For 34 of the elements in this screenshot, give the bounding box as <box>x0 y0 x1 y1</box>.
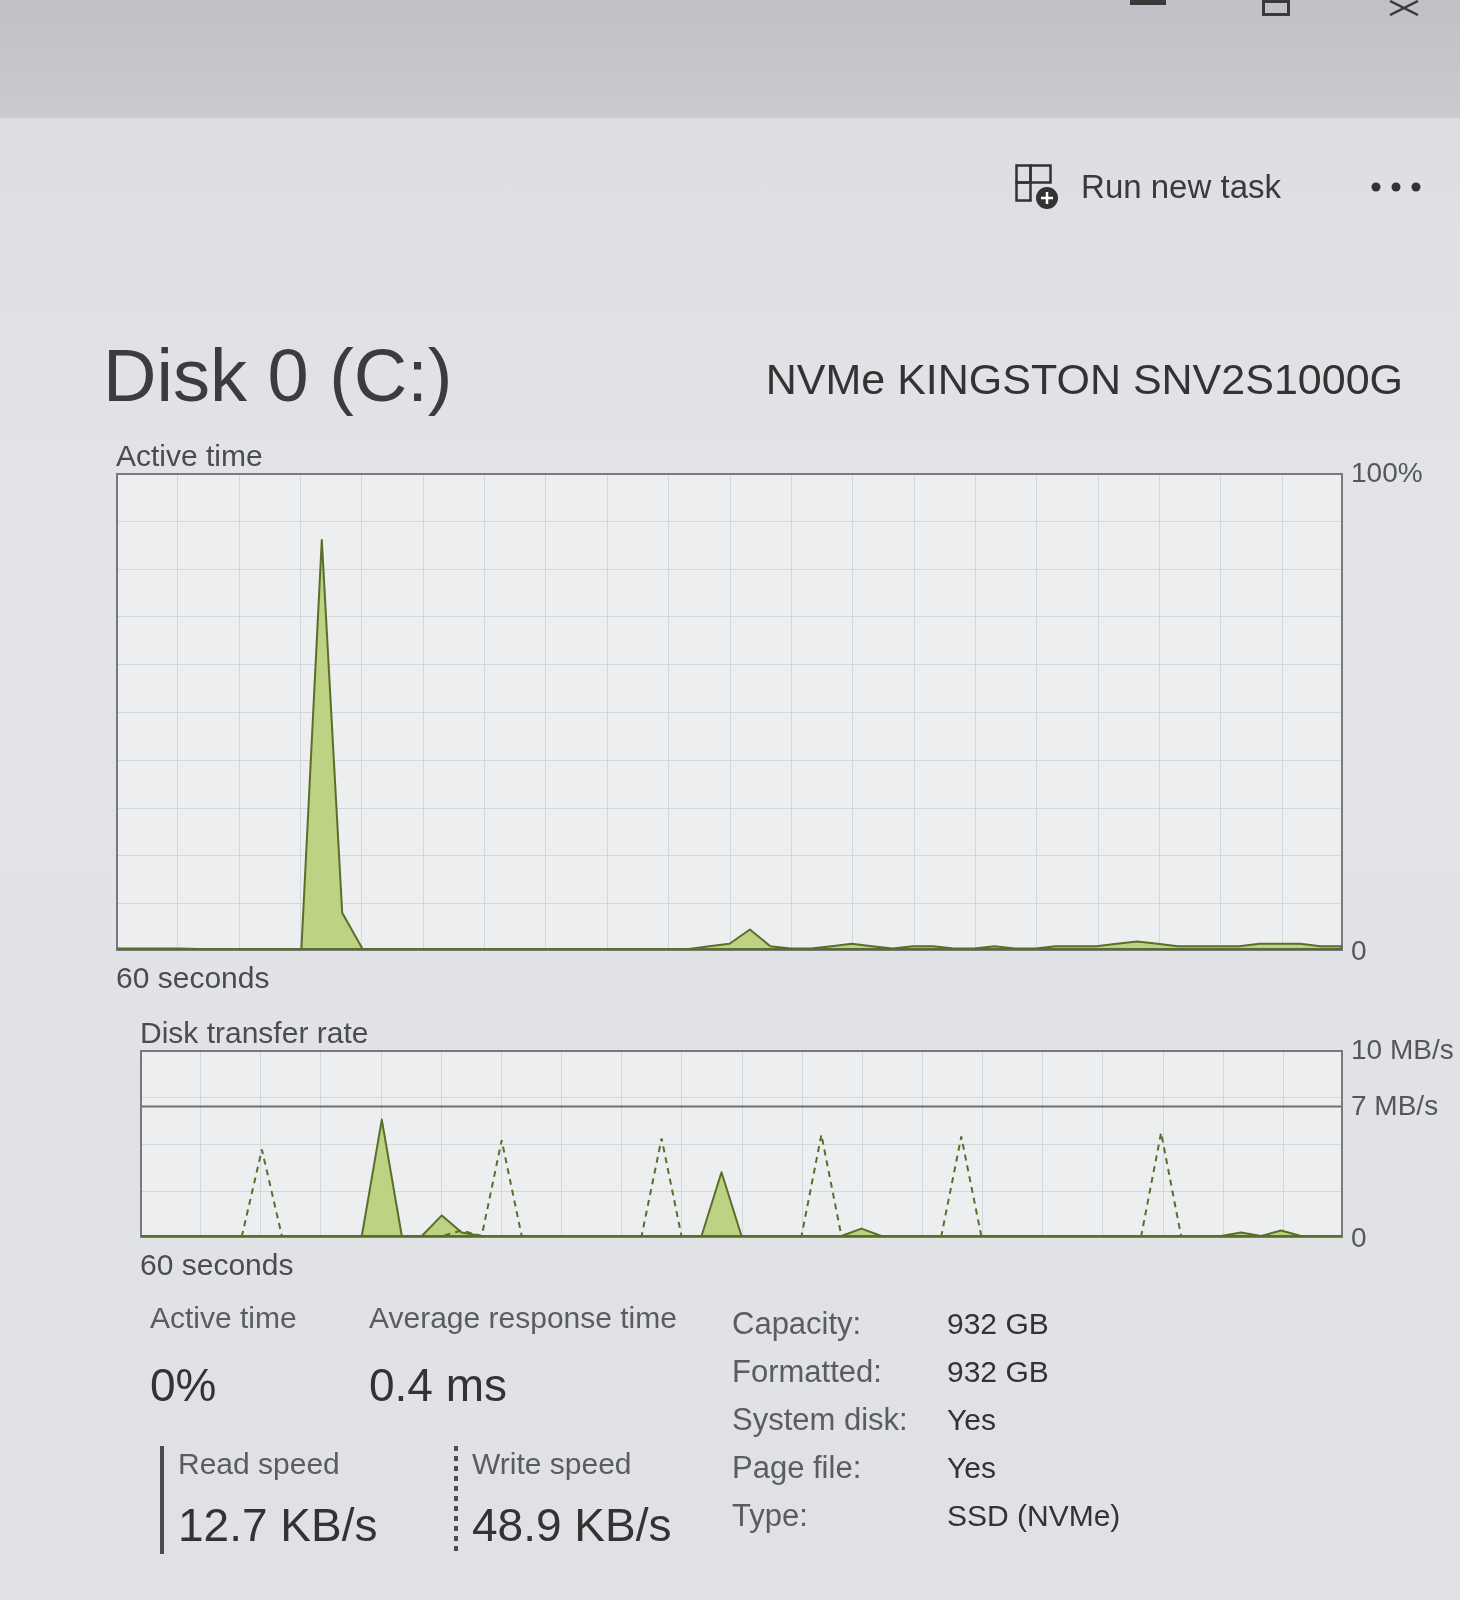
axis-label: 60 seconds <box>140 1247 294 1283</box>
run-new-task-button[interactable]: Run new task <box>1011 162 1285 212</box>
property-label: Type: <box>732 1497 809 1536</box>
property-label: Capacity: <box>732 1305 863 1344</box>
disk-model: NVMe KINGSTON SNV2S1000G <box>765 354 1403 405</box>
axis-tick-label: 0 <box>1351 1222 1367 1255</box>
stat-label: Read speed <box>178 1446 340 1483</box>
stat-label: Active time <box>150 1300 297 1337</box>
property-label: Page file: <box>732 1449 863 1488</box>
property-value: 932 GB <box>947 1354 1050 1391</box>
stat-value: 12.7 KB/s <box>178 1498 378 1554</box>
property-label: System disk: <box>732 1401 909 1440</box>
stat-value: 0.4 ms <box>369 1358 508 1414</box>
axis-tick-label: 100% <box>1351 457 1423 490</box>
property-value: Yes <box>947 1402 997 1439</box>
chart-title: Active time <box>116 438 263 474</box>
disk-title: Disk 0 (C:) <box>103 333 453 419</box>
maximize-icon[interactable] <box>1262 0 1290 16</box>
stat-label: Write speed <box>472 1446 632 1483</box>
stat-value: 48.9 KB/s <box>472 1498 672 1554</box>
chart-title: Disk transfer rate <box>140 1015 369 1051</box>
more-icon <box>1371 182 1421 192</box>
property-value: Yes <box>947 1450 997 1487</box>
stat-value: 0% <box>150 1358 217 1414</box>
axis-tick-label: 0 <box>1351 935 1367 968</box>
stat-label: Average response time <box>369 1300 677 1337</box>
axis-tick-label: 10 MB/s <box>1351 1034 1454 1067</box>
window-plus-icon <box>1015 164 1060 210</box>
close-icon[interactable] <box>1388 0 1420 16</box>
property-label: Formatted: <box>732 1353 883 1392</box>
property-value: SSD (NVMe) <box>947 1498 1121 1535</box>
axis-label: 60 seconds <box>116 960 270 996</box>
axis-tick-label: 7 MB/s <box>1351 1090 1439 1123</box>
property-value: 932 GB <box>947 1306 1050 1343</box>
